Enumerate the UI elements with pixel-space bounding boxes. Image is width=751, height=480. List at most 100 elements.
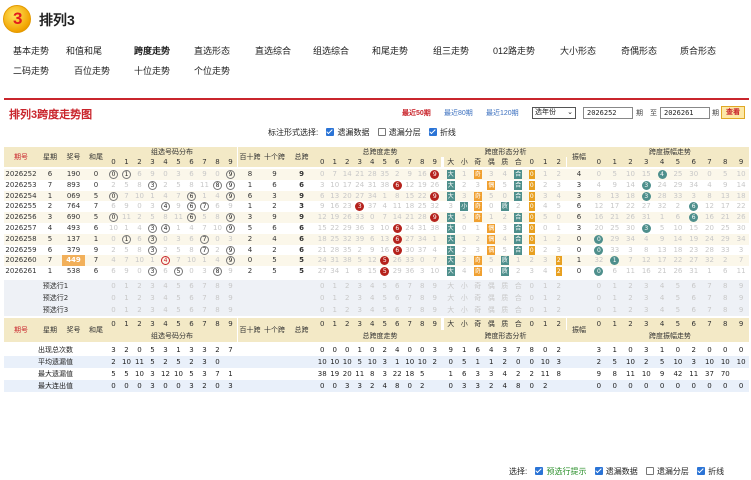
span-digit-footer: 8 [416, 318, 429, 330]
nav-item-9[interactable]: 大小形态 [560, 44, 596, 57]
span-trend-cell: 38 [380, 180, 390, 189]
nav-item-10[interactable]: 奇偶形态 [621, 44, 657, 57]
footer-missing-data-checkbox[interactable] [594, 467, 603, 475]
stats-group-value: 5 [124, 370, 129, 378]
amp-trend-cell: 8 [707, 191, 712, 200]
nav-item-7[interactable]: 组三走势 [433, 44, 469, 57]
forecast-hint-checkbox[interactable] [535, 467, 544, 475]
stats-group-value: 3 [202, 346, 207, 354]
forecast-amp-digit: 1 [612, 282, 617, 290]
forecast-span-digit: 7 [407, 282, 412, 290]
forecast-span-digit: 8 [420, 282, 425, 290]
form-cell: 0 [528, 202, 535, 212]
nav-item-11[interactable]: 质合形态 [680, 44, 716, 57]
stats-form-value: 2 [489, 382, 494, 390]
span-trend-cell: 32 [342, 234, 352, 243]
span-trend-cell: 28 [367, 170, 377, 178]
polyline-checkbox[interactable] [428, 128, 437, 136]
nav-item-8[interactable]: 012路走势 [493, 44, 535, 57]
group-cell: 1 [202, 191, 207, 200]
span-trend-cell: 9 [407, 170, 412, 178]
span-trend-cell: 2 [395, 170, 400, 178]
span-digit-footer: 5 [378, 318, 391, 330]
nav-item-12[interactable]: 二码走势 [13, 64, 49, 77]
nav-item-14[interactable]: 十位走势 [134, 64, 170, 77]
recent-120-link[interactable]: 最近120期 [486, 108, 519, 118]
forecast-span-digit: 5 [382, 294, 387, 302]
form-cell: 合 [514, 170, 523, 179]
form-cell: 1 [556, 224, 561, 232]
footer-polyline-checkbox[interactable] [697, 467, 706, 475]
amp-trend-cell: 0 [596, 170, 602, 178]
forecast-amp-digit: 1 [612, 294, 617, 302]
forecast-form-label: 2 [556, 282, 561, 290]
amp-trend-cell: 13 [720, 191, 730, 200]
amp-digit-footer: 3 [638, 318, 655, 330]
header: 3 排列3 [0, 0, 751, 40]
amp-digit-header: 3 [638, 157, 655, 167]
from-issue-input[interactable]: 2026252 [583, 107, 633, 119]
form-cell: 0 [528, 170, 535, 179]
forecast-form-label: 1 [543, 306, 548, 314]
nav-item-6[interactable]: 和尾走势 [372, 44, 408, 57]
stats-group-value: 3 [163, 346, 168, 354]
form-cell: 3 [556, 180, 561, 189]
stats-span-value: 1 [395, 358, 400, 366]
missing-data-checkbox[interactable] [326, 128, 335, 136]
issue-cell: 2026252 [5, 170, 37, 178]
nav-item-15[interactable]: 个位走势 [194, 64, 230, 77]
stats-amp-value: 0 [707, 346, 712, 354]
stats-span-value: 0 [332, 382, 337, 390]
form-cell: 奇 [473, 213, 482, 223]
span-trend-cell: 11 [392, 202, 402, 211]
nav-item-13[interactable]: 百位走势 [74, 64, 110, 77]
amp-trend-cell: 15 [641, 170, 651, 178]
amp-trend-cell: 30 [689, 170, 699, 178]
amp-trend-cell: 0 [591, 266, 607, 277]
amp-trend-cell: 28 [705, 245, 714, 254]
form-cell: 0 [528, 191, 535, 201]
forecast-form-label: 偶 [487, 306, 495, 314]
span-trend-cell: 26 [430, 180, 440, 189]
amp-trend-cell: 16 [594, 213, 604, 222]
span-trend-cell: 9 [320, 202, 325, 211]
stats-span-value: 0 [320, 382, 325, 390]
stats-label: 最大连出值 [38, 382, 73, 390]
group-cell: 7 [176, 191, 181, 200]
footer-missing-layer-checkbox[interactable] [645, 467, 654, 475]
recent-80-link[interactable]: 最近80期 [444, 108, 473, 118]
year-select[interactable]: 选年份 ⌄ [532, 107, 576, 119]
stats-form-value: 0 [516, 358, 521, 366]
stats-amp-value: 0 [691, 382, 696, 390]
nav-item-0[interactable]: 基本走势 [13, 44, 49, 57]
nav-item-4[interactable]: 直选综合 [255, 44, 291, 57]
nav-item-5[interactable]: 组选综合 [313, 44, 349, 57]
stats-amp-value: 0 [659, 382, 665, 390]
amp-trend-cell: 19 [689, 234, 699, 243]
group-digit-header: 9 [224, 157, 237, 167]
stats-group-value: 7 [228, 346, 233, 354]
sum-cell: 6 [93, 267, 99, 276]
form-cell: 1 [543, 170, 548, 178]
form-label-header: 0 [525, 157, 539, 167]
group-cell: 7 [198, 201, 211, 212]
form-cell: 2 [543, 245, 548, 254]
amp-trend-cell: 0 [591, 234, 607, 245]
form-label-footer: 合 [511, 318, 525, 330]
span-digit-footer: 1 [328, 318, 341, 330]
nav-item-1[interactable]: 和值和尾 [66, 44, 102, 57]
recent-50-link[interactable]: 最近50期 [402, 108, 431, 118]
group-cell: 2 [215, 245, 220, 254]
group-cell: 11 [200, 180, 209, 189]
query-button[interactable]: 查看 [721, 106, 745, 119]
amp-digit-header: 2 [622, 157, 639, 167]
group-cell: 4 [111, 256, 116, 265]
stats-form-value: 8 [529, 346, 534, 354]
missing-layer-checkbox[interactable] [377, 128, 386, 136]
amp-trend-cell: 1 [707, 267, 712, 276]
prize-cell: 893 [66, 180, 81, 189]
nav-item-2[interactable]: 跨度走势 [134, 44, 170, 57]
nav-item-3[interactable]: 直选形态 [194, 44, 230, 57]
to-issue-input[interactable]: 2026261 [660, 107, 710, 119]
span-digit-header: 6 [391, 157, 404, 167]
